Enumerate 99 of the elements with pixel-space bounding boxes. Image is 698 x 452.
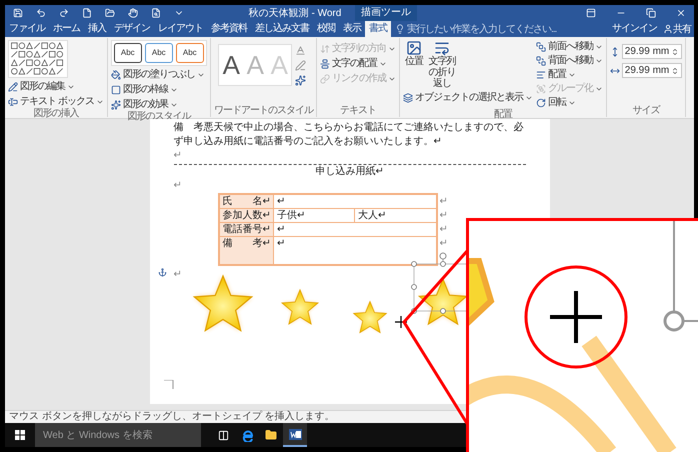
ribbon-tab[interactable]: レイアウト [154,21,207,37]
ribbon-tab[interactable]: 表示 [339,21,365,37]
body-paragraph: 備 考悪天候で中止の場合、こちらからお電話にてご連絡いたしますので、必ず申し込み用紙に電話番号のご記入をお願いいたします。↵ [174,121,524,149]
pencil-icon [8,82,18,92]
word-app-icon [288,428,302,440]
hand-icon[interactable] [128,8,138,18]
table-header-cell: 参加人数↵ [218,208,274,222]
wordart-sample[interactable]: A [218,45,243,85]
ribbon-tab[interactable]: ホーム [49,21,84,37]
ribbon-command[interactable]: 配置 [536,68,603,81]
group-icon [536,84,546,94]
text-outline-icon[interactable] [294,60,306,70]
square-icon [110,84,121,94]
paragraph-mark: ↵ [174,268,182,282]
new-document-icon[interactable] [82,8,92,18]
close-icon[interactable] [676,8,686,18]
ribbon-command[interactable]: 背面へ移動 [536,54,603,67]
ribbon-tab[interactable]: デザイン [110,21,154,37]
ribbon-command[interactable]: 回転 [536,96,603,109]
ribbon-tab[interactable]: 校閲 [313,21,339,37]
ribbon-tab[interactable]: 参考資料 [207,21,251,37]
bring-forward-icon [536,42,546,52]
ribbon-tab[interactable]: 差し込み文書 [251,21,313,37]
group-label: テキスト [338,105,377,117]
paragraph-mark: ↵ [174,149,182,163]
size-field[interactable]: 29.99 mm [622,63,682,78]
size-field[interactable]: 29.99 mm [622,44,682,59]
ribbon-command[interactable]: 図形の編集 [8,80,104,93]
align-icon [536,70,546,80]
ribbon-command[interactable]: 前面へ移動 [536,40,603,53]
ribbon-command[interactable]: 図形の効果 [110,98,207,111]
link-icon [320,74,330,84]
text-effects-icon[interactable] [294,74,306,86]
print-preview-icon[interactable] [151,8,161,18]
paint-bucket-icon [110,70,121,80]
table-cell: 大人↵ [354,208,436,222]
text-fill-icon[interactable] [294,44,306,56]
person-icon [663,24,673,34]
window-title: 秋の天体観測 - Word [248,6,342,20]
redo-icon[interactable] [59,8,69,18]
rotate-icon [536,98,546,108]
save-icon[interactable] [13,8,23,18]
style-preset[interactable]: Abc [144,43,173,63]
paragraph-mark: ↵ [174,179,182,193]
undo-icon[interactable] [36,8,46,18]
group-label: サイズ [632,105,662,117]
ribbon-command[interactable]: 文字の配置 [320,57,396,70]
large-ribbon-button[interactable]: 文字列の折り返し [426,40,457,89]
tell-me-field[interactable]: 実行したい作業を入力してください... [391,21,560,37]
status-text: マウス ボタンを押しながらドラッグし、オートシェイプ を挿入します。 [9,411,335,423]
row-end-mark: ↵ [438,223,448,237]
style-preset[interactable]: Abc [176,43,204,63]
table-header-cell: 電話番号↵ [218,222,274,236]
task-view-icon [218,430,228,440]
ribbon-command[interactable]: オブジェクトの選択と表示 [402,91,533,104]
group-label: 図形の挿入 [32,108,80,120]
table-header-cell: 備 考↵ [218,236,274,264]
large-ribbon-button[interactable]: 位置 [402,40,425,89]
row-end-mark: ↵ [438,237,448,251]
browser-icon [240,428,254,442]
text-direction-icon [320,44,330,54]
ribbon-command[interactable]: 図形の枠線 [110,83,207,96]
spinner-icon [671,66,680,74]
send-backward-icon [536,56,546,66]
table-cell: ↵ [274,222,436,236]
share-button[interactable]: 共有 [660,21,694,37]
folder-icon [265,429,277,441]
ribbon-tab[interactable]: ファイル [5,21,49,37]
align-icon [320,58,330,68]
text-box-icon [8,96,18,106]
ribbon-command[interactable]: テキスト ボックス [8,95,104,108]
taskbar-search-field[interactable]: Web と Windows を検索 [35,423,201,447]
restore-icon[interactable] [646,8,656,18]
style-preset[interactable]: Abc [114,43,142,63]
table-header-cell: 氏 名↵ [218,194,274,208]
lightbulb-icon [395,24,405,34]
ribbon-options-icon[interactable] [586,8,596,18]
form-title: 申し込み用紙↵ [316,165,384,179]
table-cell: 子供↵ [274,208,354,222]
spinner-icon [671,48,680,56]
group-label: ワードアートのスタイル [214,105,313,117]
row-end-mark: ↵ [438,195,448,209]
context-tab-label: 描画ツール [355,5,417,21]
ribbon-tab[interactable]: 書式 [365,21,391,37]
crosshair-cursor-icon [394,316,406,328]
wrap-text-icon [434,40,450,56]
shape-gallery-drawing[interactable] [8,40,68,78]
picture-icon [406,40,422,56]
sparkles-icon [110,100,121,110]
sign-in-link[interactable]: サインイン [609,21,660,37]
margin-corner-mark [164,380,174,390]
anchor-icon [158,268,166,276]
ribbon-tab[interactable]: 挿入 [84,21,110,37]
folder-icon[interactable] [105,8,115,18]
ribbon-command[interactable]: 図形の塗りつぶし [110,68,207,81]
layers-icon [402,92,413,102]
group-label: 配置 [492,109,514,121]
taskbar-app-button[interactable] [283,423,307,447]
row-end-mark: ↵ [438,209,448,223]
